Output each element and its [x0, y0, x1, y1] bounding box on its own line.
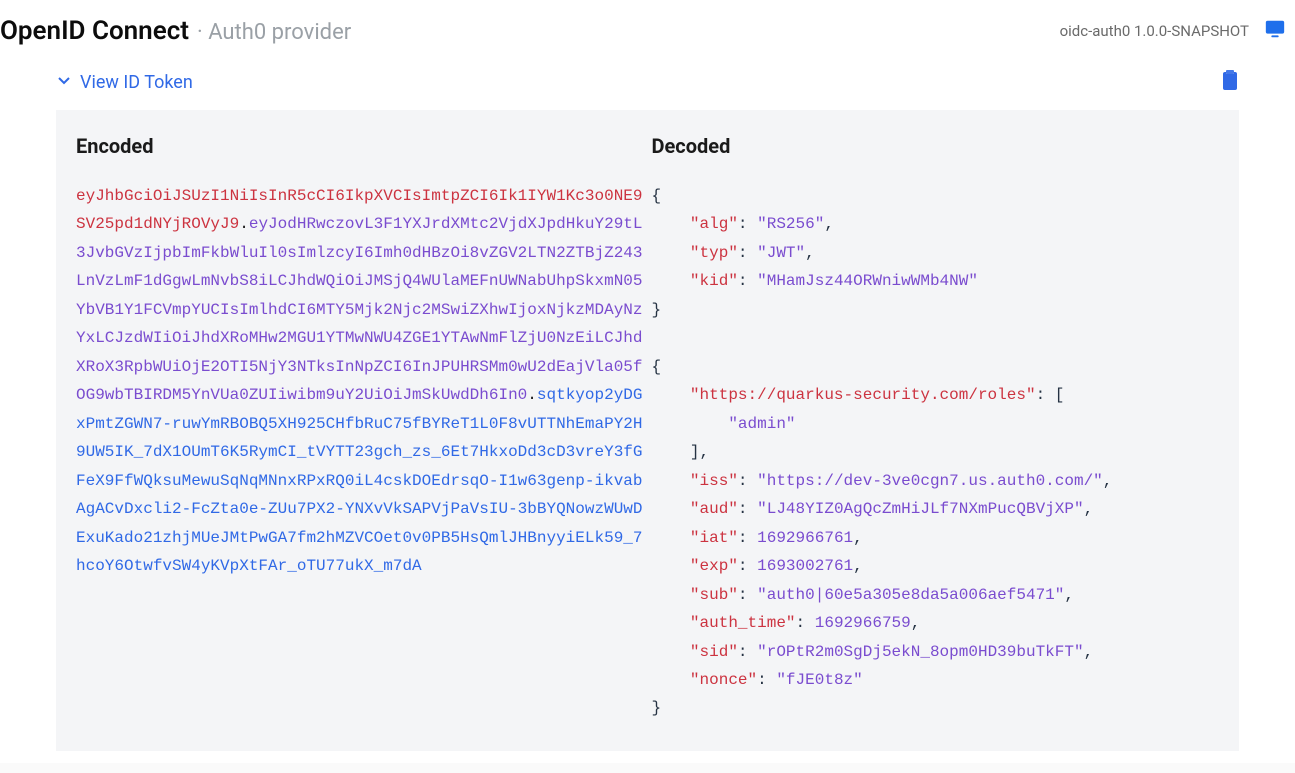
encoded-token[interactable]: eyJhbGciOiJSUzI1NiIsInR5cCI6IkpXVCIsImtp…: [76, 182, 644, 581]
decoded-json[interactable]: { "alg": "RS256", "typ": "JWT", "kid": "…: [652, 182, 1220, 723]
page-title: OpenID Connect: [0, 16, 189, 46]
token-section-header: View ID Token: [0, 70, 1295, 94]
header-title-group: OpenID Connect · Auth0 provider: [0, 16, 351, 46]
encoded-column: Encoded eyJhbGciOiJSUzI1NiIsInR5cCI6IkpX…: [76, 134, 644, 723]
view-id-token-label: View ID Token: [80, 72, 193, 93]
header-meta: oidc-auth0 1.0.0-SNAPSHOT: [1060, 18, 1287, 44]
jwt-signature-segment: sqtkyop2yDGxPmtZGWN7-ruwYmRBOBQ5XH925CHf…: [76, 386, 643, 575]
decoded-column: Decoded { "alg": "RS256", "typ": "JWT", …: [652, 134, 1220, 723]
encoded-title: Encoded: [76, 134, 644, 158]
jwt-separator: .: [239, 215, 249, 233]
page-subtitle: · Auth0 provider: [197, 20, 351, 45]
view-id-token-toggle[interactable]: View ID Token: [56, 72, 193, 93]
jwt-separator: .: [527, 386, 537, 404]
token-panel: Encoded eyJhbGciOiJSUzI1NiIsInR5cCI6IkpX…: [56, 110, 1239, 751]
decoded-title: Decoded: [652, 134, 1220, 158]
chevron-down-icon: [56, 72, 72, 92]
bottom-spacer: [0, 763, 1295, 773]
monitor-icon[interactable]: [1263, 18, 1287, 44]
page-header: OpenID Connect · Auth0 provider oidc-aut…: [0, 0, 1295, 62]
clipboard-icon[interactable]: [1221, 70, 1239, 94]
jwt-payload-segment: eyJodHRwczovL3F1YXJrdXMtc2VjdXJpdHkuY29t…: [76, 215, 643, 404]
version-label: oidc-auth0 1.0.0-SNAPSHOT: [1060, 22, 1249, 40]
